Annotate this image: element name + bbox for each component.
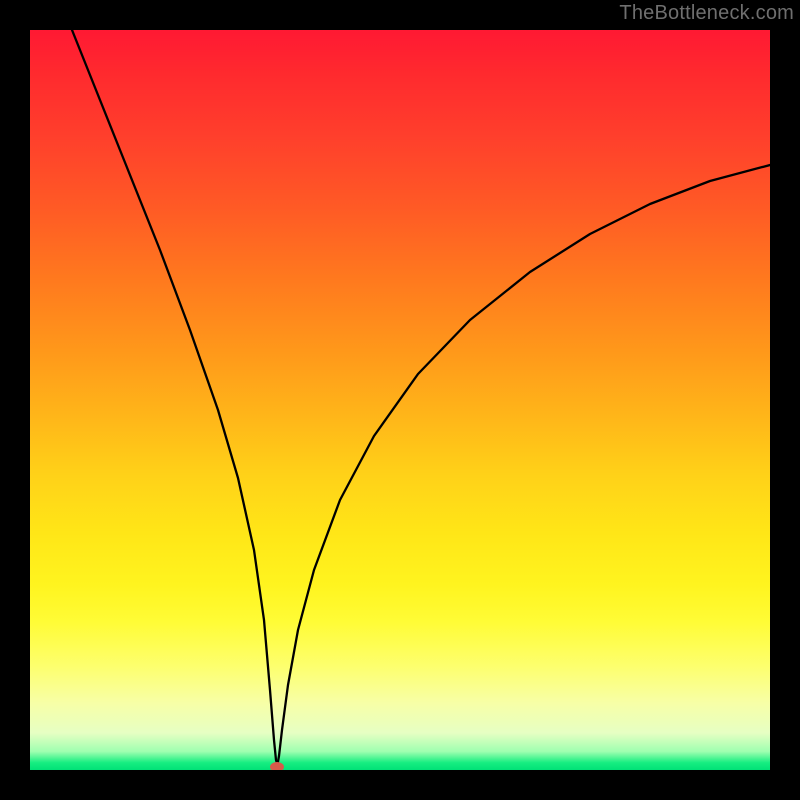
curve-right-branch	[277, 165, 770, 767]
plot-area	[30, 30, 770, 770]
bottleneck-curve	[30, 30, 770, 770]
watermark-text: TheBottleneck.com	[619, 2, 794, 25]
curve-left-branch	[72, 30, 278, 766]
minimum-marker	[270, 762, 284, 770]
chart-frame: TheBottleneck.com	[0, 0, 800, 800]
